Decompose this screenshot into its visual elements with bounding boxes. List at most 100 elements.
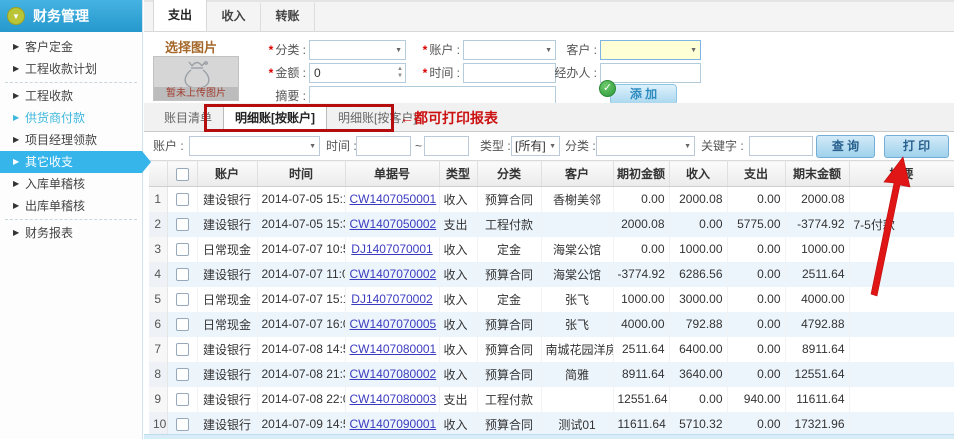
doc-no-link[interactable]: CW1407050001 xyxy=(350,192,437,206)
app-window: { "colors": { "accent": "#2fa8dc", "side… xyxy=(0,0,954,439)
header-1[interactable]: 时间 xyxy=(257,161,345,187)
doc-no-link[interactable]: CW1407080001 xyxy=(350,342,437,356)
doc-no-link[interactable]: CW1407070005 xyxy=(350,317,437,331)
cell-time: 2014-07-08 14:51 xyxy=(257,337,345,362)
doc-no-link[interactable]: CW1407090001 xyxy=(350,417,437,431)
header-3[interactable]: 类型 xyxy=(439,161,477,187)
cell-income: 0.00 xyxy=(669,387,727,412)
sidebar-item-label: 项目经理领款 xyxy=(25,133,97,147)
filter-type-select[interactable]: [所有]▼ xyxy=(511,136,560,156)
row-checkbox[interactable] xyxy=(176,318,189,331)
cell-closing: 4000.00 xyxy=(785,287,849,312)
account-label: *账户 : xyxy=(406,40,460,60)
row-checkbox[interactable] xyxy=(176,343,189,356)
sidebar-divider xyxy=(5,82,137,83)
header-10[interactable]: 摘要 xyxy=(849,161,954,187)
sub-tab-0[interactable]: 账目清单 xyxy=(153,106,223,131)
horizontal-scrollbar[interactable] xyxy=(144,434,954,439)
sidebar-item-label: 其它收支 xyxy=(25,155,73,169)
sidebar-item-3[interactable]: ▶供货商付款 xyxy=(0,107,142,129)
doc-no-link[interactable]: CW1407080003 xyxy=(350,392,437,406)
sidebar-item-6[interactable]: ▶入库单稽核 xyxy=(0,173,142,195)
category-select[interactable]: ▼ xyxy=(309,40,406,60)
row-checkbox[interactable] xyxy=(176,268,189,281)
doc-no-link[interactable]: CW1407050002 xyxy=(350,217,437,231)
required-mark: * xyxy=(269,43,274,57)
sidebar-item-5[interactable]: ▶其它收支 xyxy=(0,151,142,173)
row-checkbox[interactable] xyxy=(176,193,189,206)
sidebar-item-8[interactable]: ▶财务报表 xyxy=(0,222,142,244)
row-checkbox[interactable] xyxy=(176,368,189,381)
table-row: 7建设银行2014-07-08 14:51CW1407080001收入预算合同南… xyxy=(149,337,954,362)
time-input[interactable] xyxy=(463,63,556,83)
category-label: *分类 : xyxy=(242,40,306,60)
row-checkbox[interactable] xyxy=(176,293,189,306)
main-tab-0[interactable]: 支出 xyxy=(153,0,207,31)
sidebar-item-1[interactable]: ▶工程收款计划 xyxy=(0,58,142,80)
sidebar-item-7[interactable]: ▶出库单稽核 xyxy=(0,195,142,217)
cell-summary xyxy=(849,287,954,312)
header-2[interactable]: 单据号 xyxy=(345,161,439,187)
header-4[interactable]: 分类 xyxy=(477,161,541,187)
cell-category: 预算合同 xyxy=(477,187,541,212)
header-6[interactable]: 期初金额 xyxy=(613,161,669,187)
header-9[interactable]: 期末金额 xyxy=(785,161,849,187)
select-image-label[interactable]: 选择图片 xyxy=(165,37,217,56)
row-checkbox[interactable] xyxy=(176,243,189,256)
row-checkbox[interactable] xyxy=(176,418,189,431)
main-tab-2[interactable]: 转账 xyxy=(261,3,315,31)
header-7[interactable]: 收入 xyxy=(669,161,727,187)
filter-time-from-input[interactable] xyxy=(356,136,411,156)
account-select[interactable]: ▼ xyxy=(463,40,556,60)
filter-category-select[interactable]: ▼ xyxy=(596,136,695,156)
doc-no-link[interactable]: CW1407080002 xyxy=(350,367,437,381)
filter-time-to-input[interactable] xyxy=(424,136,469,156)
sidebar-header[interactable]: ▼ 财务管理 xyxy=(0,0,142,32)
handler-input[interactable] xyxy=(600,63,701,83)
add-button[interactable]: 添 加 xyxy=(610,84,677,105)
main-tab-1[interactable]: 收入 xyxy=(207,3,261,31)
cell-income: 3000.00 xyxy=(669,287,727,312)
customer-select[interactable]: ▼ xyxy=(600,40,701,60)
image-upload-placeholder[interactable]: 暂未上传图片 xyxy=(153,56,239,101)
doc-no-link[interactable]: DJ1407070001 xyxy=(351,242,432,256)
cell-doc-no: CW1407070005 xyxy=(345,312,439,337)
table-row: 8建设银行2014-07-08 21:32CW1407080002收入预算合同简… xyxy=(149,362,954,387)
header-0[interactable]: 账户 xyxy=(197,161,257,187)
search-button[interactable]: 查 询 xyxy=(816,135,875,158)
row-checkbox[interactable] xyxy=(176,218,189,231)
header-5[interactable]: 客户 xyxy=(541,161,613,187)
cell-income: 2000.08 xyxy=(669,187,727,212)
table-row: 5日常现金2014-07-07 15:17DJ1407070002收入定金张飞1… xyxy=(149,287,954,312)
table-row: 6日常现金2014-07-07 16:00CW1407070005收入预算合同张… xyxy=(149,312,954,337)
sidebar-item-4[interactable]: ▶项目经理领款 xyxy=(0,129,142,151)
cell-category: 工程付款 xyxy=(477,212,541,237)
cell-account: 建设银行 xyxy=(197,362,257,387)
doc-no-link[interactable]: DJ1407070002 xyxy=(351,292,432,306)
amount-spinner[interactable]: 0▲▼ xyxy=(309,63,406,83)
doc-no-link[interactable]: CW1407070002 xyxy=(350,267,437,281)
chevron-down-circle-icon[interactable]: ▼ xyxy=(7,7,25,25)
cell-time: 2014-07-09 14:56 xyxy=(257,412,345,437)
row-checkbox[interactable] xyxy=(176,393,189,406)
cell-closing: 11611.64 xyxy=(785,387,849,412)
sidebar-item-2[interactable]: ▶工程收款 xyxy=(0,85,142,107)
cell-income: 792.88 xyxy=(669,312,727,337)
cell-doc-no: CW1407090001 xyxy=(345,412,439,437)
cell-opening: 0.00 xyxy=(613,187,669,212)
cell-type: 收入 xyxy=(439,262,477,287)
header-8[interactable]: 支出 xyxy=(727,161,785,187)
cell-account: 日常现金 xyxy=(197,287,257,312)
image-placeholder-text: 暂未上传图片 xyxy=(154,87,238,100)
sidebar-item-0[interactable]: ▶客户定金 xyxy=(0,36,142,58)
print-button[interactable]: 打 印 xyxy=(884,135,949,158)
cell-type: 收入 xyxy=(439,312,477,337)
keyword-input[interactable] xyxy=(749,136,813,156)
sub-tab-1[interactable]: 明细账[按账户] xyxy=(223,104,327,131)
cell-doc-no: CW1407080003 xyxy=(345,387,439,412)
cell-category: 预算合同 xyxy=(477,312,541,337)
select-all-checkbox[interactable] xyxy=(176,168,189,181)
table-row: 4建设银行2014-07-07 11:04CW1407070002收入预算合同海… xyxy=(149,262,954,287)
filter-account-select[interactable]: ▼ xyxy=(189,136,320,156)
spinner-arrows-icon[interactable]: ▲▼ xyxy=(397,66,403,80)
